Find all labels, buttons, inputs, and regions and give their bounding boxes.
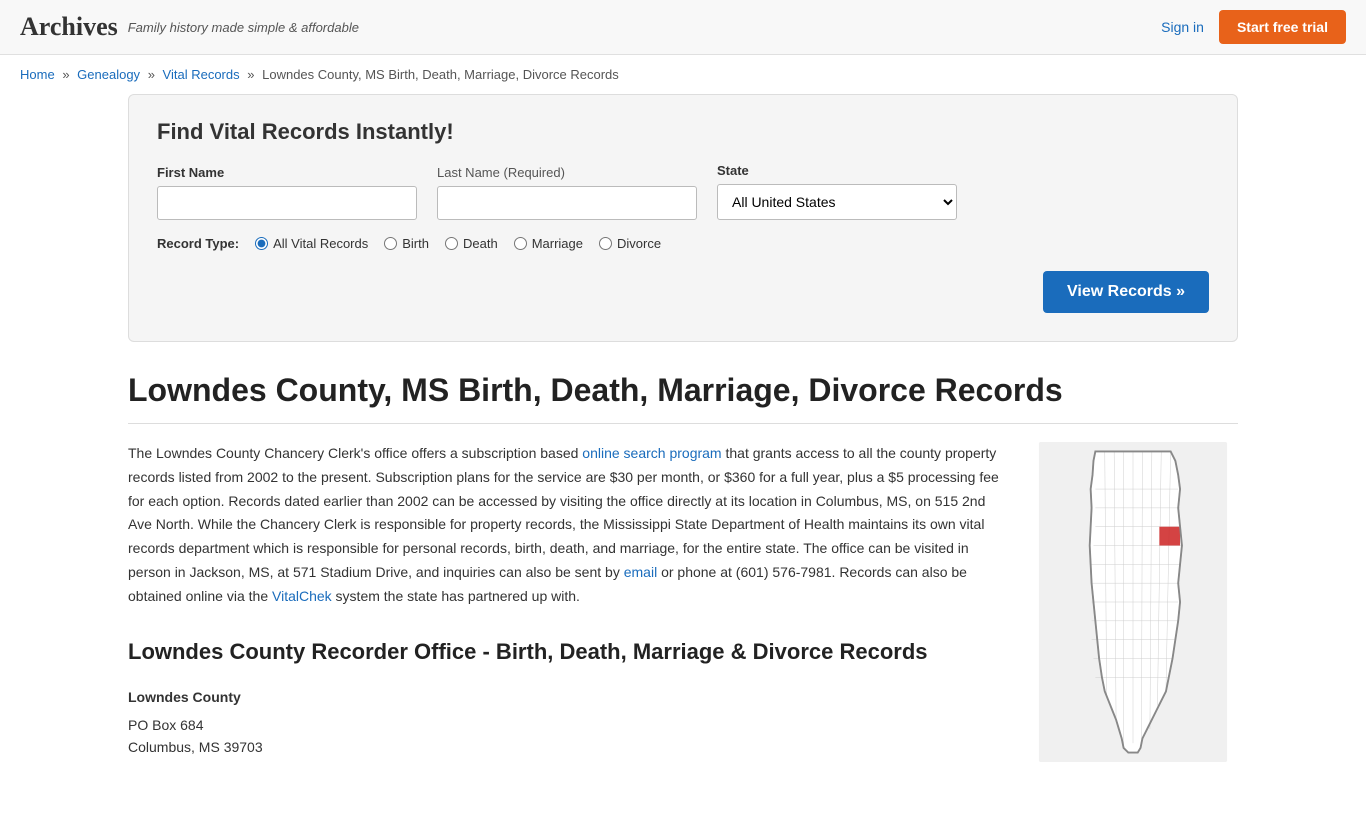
office-name: Lowndes County bbox=[128, 686, 1008, 710]
state-group: State All United StatesMississippi bbox=[717, 163, 957, 220]
start-trial-button[interactable]: Start free trial bbox=[1219, 10, 1346, 44]
breadcrumb-sep1: » bbox=[62, 67, 69, 82]
site-tagline: Family history made simple & affordable bbox=[128, 20, 359, 35]
radio-marriage[interactable]: Marriage bbox=[514, 236, 583, 251]
body-text-4: system the state has partnered up with. bbox=[332, 588, 580, 604]
site-logo: Archives bbox=[20, 12, 118, 42]
radio-death-label: Death bbox=[463, 236, 498, 251]
first-name-input[interactable] bbox=[157, 186, 417, 220]
radio-birth-input[interactable] bbox=[384, 237, 397, 250]
breadcrumb-vital-records[interactable]: Vital Records bbox=[163, 67, 240, 82]
radio-divorce-label: Divorce bbox=[617, 236, 661, 251]
first-name-label: First Name bbox=[157, 165, 417, 180]
search-title: Find Vital Records Instantly! bbox=[157, 119, 1209, 145]
radio-divorce-input[interactable] bbox=[599, 237, 612, 250]
view-records-button[interactable]: View Records » bbox=[1043, 271, 1209, 313]
breadcrumb-sep3: » bbox=[247, 67, 254, 82]
radio-divorce[interactable]: Divorce bbox=[599, 236, 661, 251]
map-container bbox=[1038, 442, 1238, 775]
section2-title: Lowndes County Recorder Office - Birth, … bbox=[128, 633, 1008, 670]
radio-marriage-input[interactable] bbox=[514, 237, 527, 250]
sign-in-link[interactable]: Sign in bbox=[1161, 19, 1204, 35]
office-address: PO Box 684 Columbus, MS 39703 bbox=[128, 714, 1008, 759]
breadcrumb-genealogy[interactable]: Genealogy bbox=[77, 67, 140, 82]
last-name-required: (Required) bbox=[504, 165, 565, 180]
radio-all-vital-label: All Vital Records bbox=[273, 236, 368, 251]
breadcrumb-current: Lowndes County, MS Birth, Death, Marriag… bbox=[262, 67, 619, 82]
vitalchek-link[interactable]: VitalChek bbox=[272, 588, 332, 604]
search-box: Find Vital Records Instantly! First Name… bbox=[128, 94, 1238, 342]
email-link[interactable]: email bbox=[624, 564, 657, 580]
page-title: Lowndes County, MS Birth, Death, Marriag… bbox=[128, 372, 1238, 424]
record-type-label: Record Type: bbox=[157, 236, 239, 251]
state-select[interactable]: All United StatesMississippi bbox=[717, 184, 957, 220]
last-name-input[interactable] bbox=[437, 186, 697, 220]
first-name-group: First Name bbox=[157, 165, 417, 220]
body-text-1: The Lowndes County Chancery Clerk's offi… bbox=[128, 445, 582, 461]
breadcrumb-sep2: » bbox=[148, 67, 155, 82]
office-address-line1: PO Box 684 bbox=[128, 717, 204, 733]
main-content: Find Vital Records Instantly! First Name… bbox=[108, 94, 1258, 815]
radio-death[interactable]: Death bbox=[445, 236, 498, 251]
office-address-line2: Columbus, MS 39703 bbox=[128, 739, 263, 755]
content-text: The Lowndes County Chancery Clerk's offi… bbox=[128, 442, 1008, 775]
online-search-link[interactable]: online search program bbox=[582, 445, 721, 461]
body-text-2: that grants access to all the county pro… bbox=[128, 445, 999, 580]
radio-all-vital[interactable]: All Vital Records bbox=[255, 236, 368, 251]
last-name-group: Last Name (Required) bbox=[437, 165, 697, 220]
radio-marriage-label: Marriage bbox=[532, 236, 583, 251]
content-area: The Lowndes County Chancery Clerk's offi… bbox=[128, 442, 1238, 775]
record-type-row: Record Type: All Vital Records Birth Dea… bbox=[157, 236, 1209, 251]
breadcrumb: Home » Genealogy » Vital Records » Lownd… bbox=[0, 55, 1366, 94]
header-left: Archives Family history made simple & af… bbox=[20, 12, 359, 42]
last-name-label: Last Name (Required) bbox=[437, 165, 697, 180]
mississippi-map bbox=[1038, 442, 1228, 762]
header-right: Sign in Start free trial bbox=[1161, 10, 1346, 44]
search-fields: First Name Last Name (Required) State Al… bbox=[157, 163, 1209, 220]
breadcrumb-home[interactable]: Home bbox=[20, 67, 55, 82]
radio-all-vital-input[interactable] bbox=[255, 237, 268, 250]
radio-death-input[interactable] bbox=[445, 237, 458, 250]
state-label: State bbox=[717, 163, 957, 178]
site-header: Archives Family history made simple & af… bbox=[0, 0, 1366, 55]
radio-birth[interactable]: Birth bbox=[384, 236, 429, 251]
radio-birth-label: Birth bbox=[402, 236, 429, 251]
body-paragraph-1: The Lowndes County Chancery Clerk's offi… bbox=[128, 442, 1008, 609]
